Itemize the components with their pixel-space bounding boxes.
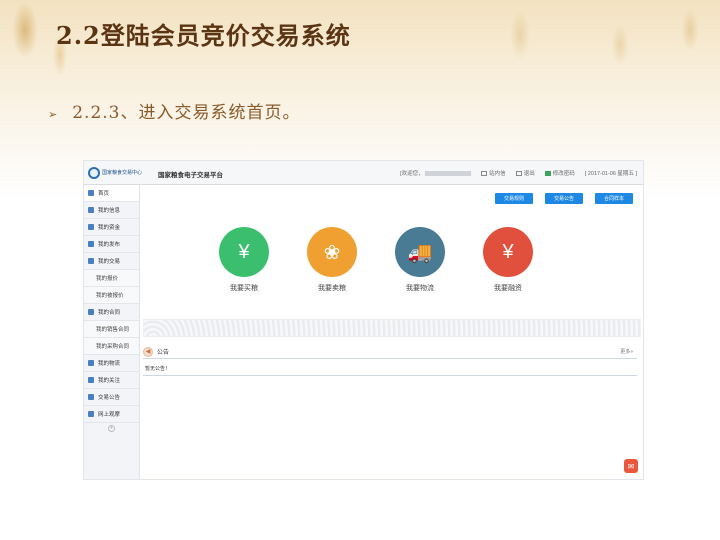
logo-text: 国家粮食交易中心 xyxy=(102,170,143,176)
app-screenshot: 国家粮食交易中心 国家粮食电子交易平台 [欢迎您， 站内信 退出 修改密码 [ … xyxy=(83,160,644,480)
publish-icon xyxy=(88,241,94,247)
heart-icon xyxy=(88,377,94,383)
sidebar-item-online-view[interactable]: 网上观摩 xyxy=(84,406,139,423)
sell-grain-tile[interactable]: ❀ 我要卖粮 xyxy=(307,227,357,293)
change-password-link[interactable]: 修改密码 xyxy=(544,169,575,177)
lock-icon xyxy=(544,171,551,177)
notice-title: 公告 xyxy=(157,350,170,356)
power-icon xyxy=(515,171,522,177)
sidebar-item-trade[interactable]: 我的交易 xyxy=(84,253,139,270)
expand-icon: + xyxy=(108,424,115,432)
platform-title: 国家粮食电子交易平台 xyxy=(158,172,223,179)
sidebar-subitem-quoted[interactable]: 我的被报价 xyxy=(84,287,139,304)
sidebar: 首页 我的信息 我的资金 我的发布 我的交易 我的报价 我的被报价 我的合同 我… xyxy=(84,185,140,479)
money-icon xyxy=(88,224,94,230)
notice-header: ◀ 公告 更多» xyxy=(143,345,637,359)
trade-rules-button[interactable]: 交易规则 xyxy=(495,193,533,204)
sidebar-item-contracts[interactable]: 我的合同 xyxy=(84,304,139,321)
notice-empty-text: 暂无公告！ xyxy=(145,366,171,372)
slide-title: 2.2登陆会员竞价交易系统 xyxy=(56,21,351,50)
logo-emblem-icon xyxy=(88,167,100,179)
logistics-tile[interactable]: 🚚 我要物流 xyxy=(395,227,445,293)
bullet-arrow-icon: ➢ xyxy=(48,108,59,121)
notice-more-link[interactable]: 更多» xyxy=(620,348,633,355)
subtitle-text: 2.2.3、进入交易系统首页。 xyxy=(72,103,301,123)
date-display: [ 2017-01-06 星期五 ] xyxy=(584,171,637,177)
contract-icon xyxy=(88,309,94,315)
blurred-username xyxy=(425,171,472,177)
tile-label: 我要融资 xyxy=(494,285,522,292)
welcome-text: [欢迎您， xyxy=(400,169,472,177)
mail-icon xyxy=(481,171,488,177)
action-tiles: ¥ 我要买粮 ❀ 我要卖粮 🚚 我要物流 ¥ 我要融资 xyxy=(219,227,533,293)
trade-icon xyxy=(88,258,94,264)
contract-sample-button[interactable]: 合同样本 xyxy=(595,193,633,204)
tile-label: 我要物流 xyxy=(406,285,434,292)
topbar-links: [欢迎您， 站内信 退出 修改密码 [ 2017-01-06 星期五 ] xyxy=(400,169,637,177)
sidebar-item-publish[interactable]: 我的发布 xyxy=(84,236,139,253)
buy-grain-icon: ¥ xyxy=(219,227,269,277)
tile-label: 我要卖粮 xyxy=(318,285,346,292)
sidebar-subitem-purchase-contracts[interactable]: 我的采购合同 xyxy=(84,338,139,355)
tile-label: 我要买粮 xyxy=(230,285,258,292)
messages-link[interactable]: 站内信 xyxy=(481,169,506,177)
sidebar-item-funds[interactable]: 我的资金 xyxy=(84,219,139,236)
sidebar-item-announcements[interactable]: 交易公告 xyxy=(84,389,139,406)
floating-chat-icon[interactable]: ✉ xyxy=(624,459,638,473)
logo[interactable]: 国家粮食交易中心 xyxy=(84,161,142,185)
slide-subtitle: ➢ 2.2.3、进入交易系统首页。 xyxy=(48,98,300,123)
sidebar-subitem-my-quotes[interactable]: 我的报价 xyxy=(84,270,139,287)
decorative-wave-band xyxy=(143,319,641,337)
sidebar-item-logistics[interactable]: 我的物流 xyxy=(84,355,139,372)
top-bar: 国家粮食交易中心 国家粮食电子交易平台 [欢迎您， 站内信 退出 修改密码 [ … xyxy=(84,161,643,185)
truck-icon: 🚚 xyxy=(395,227,445,277)
sidebar-expand[interactable]: + xyxy=(84,423,139,433)
buy-grain-tile[interactable]: ¥ 我要买粮 xyxy=(219,227,269,293)
sell-grain-icon: ❀ xyxy=(307,227,357,277)
logout-link[interactable]: 退出 xyxy=(515,169,535,177)
view-icon xyxy=(88,411,94,417)
notice-icon xyxy=(88,394,94,400)
financing-tile[interactable]: ¥ 我要融资 xyxy=(483,227,533,293)
sidebar-subitem-sales-contracts[interactable]: 我的销售合同 xyxy=(84,321,139,338)
quick-buttons: 交易规则 交易公告 合同样本 xyxy=(495,193,633,204)
financing-icon: ¥ xyxy=(483,227,533,277)
trade-notice-button[interactable]: 交易公告 xyxy=(545,193,583,204)
divider xyxy=(143,375,637,376)
sidebar-item-info[interactable]: 我的信息 xyxy=(84,202,139,219)
user-icon xyxy=(88,207,94,213)
main-content: 交易规则 交易公告 合同样本 ¥ 我要买粮 ❀ 我要卖粮 🚚 我要物流 ¥ 我要… xyxy=(141,185,643,479)
logistics-icon xyxy=(88,360,94,366)
speaker-icon: ◀ xyxy=(143,346,153,357)
sidebar-item-follow[interactable]: 我的关注 xyxy=(84,372,139,389)
home-icon xyxy=(88,190,94,196)
sidebar-item-home[interactable]: 首页 xyxy=(84,185,139,202)
